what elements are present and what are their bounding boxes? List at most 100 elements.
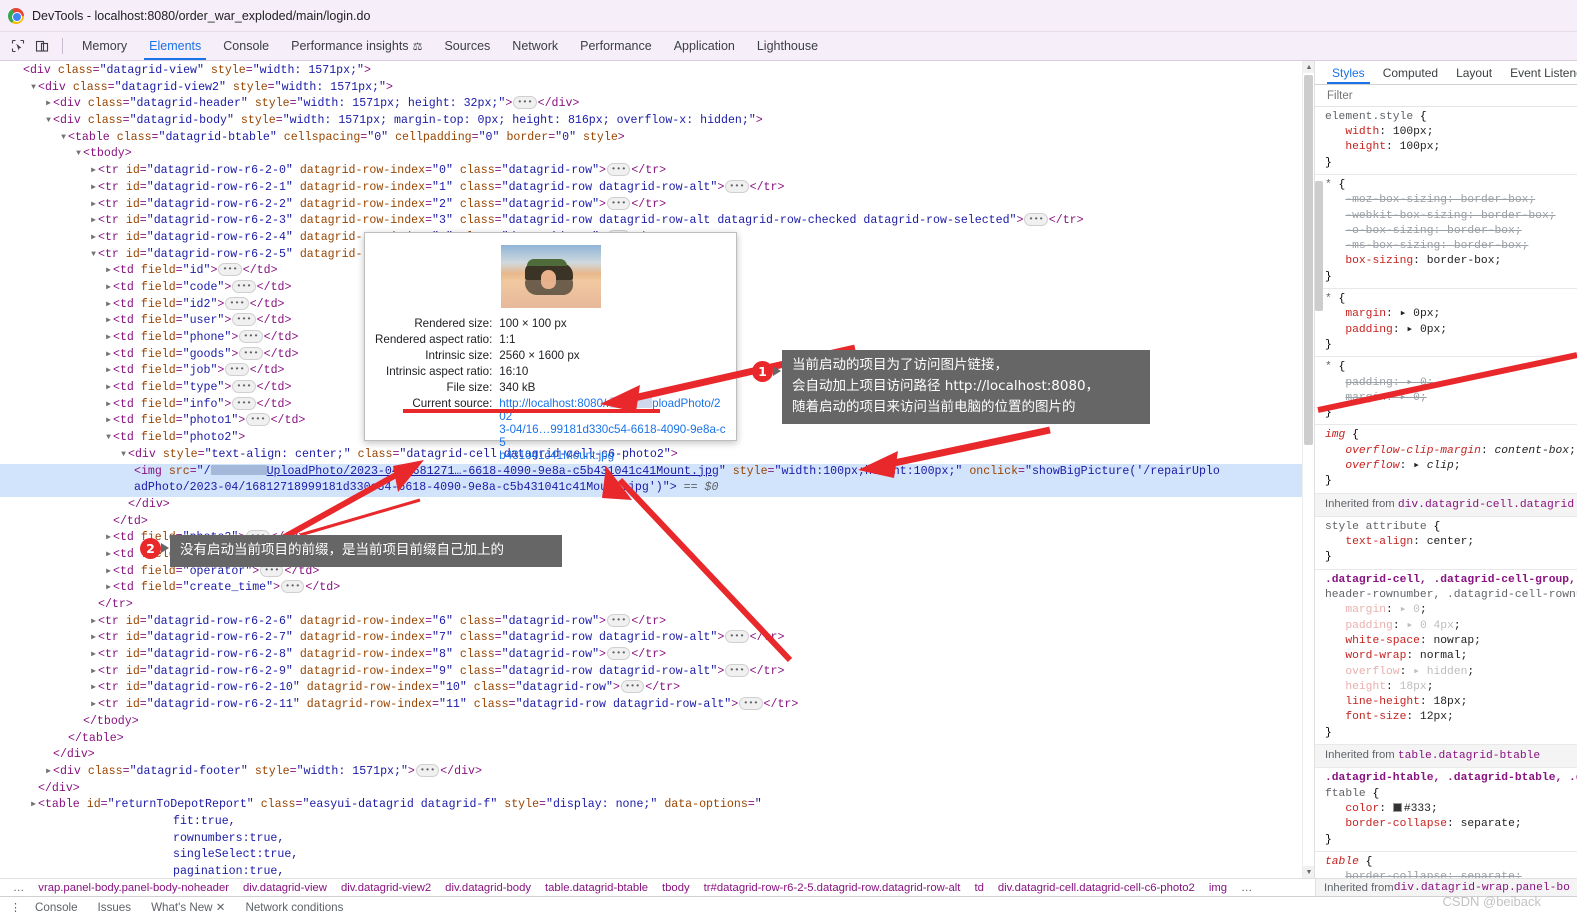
expand-twisty-icon[interactable]: ▶: [104, 397, 113, 414]
expand-twisty-icon[interactable]: ▶: [104, 530, 113, 547]
dom-tree-line[interactable]: </tr>: [0, 597, 1314, 614]
css-selector[interactable]: *: [1325, 179, 1332, 191]
css-rule[interactable]: * { margin: ▸ 0px; padding: ▸ 0px; }: [1315, 289, 1577, 358]
dom-tree-line[interactable]: </div>: [0, 497, 1314, 514]
expand-twisty-icon[interactable]: [119, 497, 128, 514]
css-property[interactable]: width: [1345, 126, 1379, 138]
expand-twisty-icon[interactable]: ▶: [44, 96, 53, 113]
css-value[interactable]: 12px: [1420, 711, 1447, 723]
css-selector[interactable]: img: [1325, 429, 1345, 441]
expand-twisty-icon[interactable]: ▶: [104, 347, 113, 364]
drawer-tab-issues[interactable]: Issues: [88, 901, 142, 914]
expand-twisty-icon[interactable]: ▶: [104, 330, 113, 347]
tab-console[interactable]: Console: [212, 32, 280, 60]
css-selector-cont[interactable]: ftable: [1325, 788, 1366, 800]
expand-twisty-icon[interactable]: ▶: [44, 764, 53, 781]
css-selector[interactable]: style attribute: [1325, 521, 1427, 533]
expand-twisty-icon[interactable]: [104, 514, 113, 531]
breadcrumb-item[interactable]: tbody: [655, 882, 697, 894]
css-value[interactable]: ▸ clip: [1413, 460, 1454, 472]
breadcrumb-item[interactable]: img: [1202, 882, 1234, 894]
css-value[interactable]: border-box: [1454, 240, 1522, 252]
css-property[interactable]: overflow: [1345, 460, 1399, 472]
breadcrumb-item[interactable]: vrap.panel-body.panel-body-noheader: [31, 882, 236, 894]
dom-tree-code[interactable]: <div class="datagrid-view" style="width:…: [0, 61, 1314, 878]
expand-twisty-icon[interactable]: [44, 747, 53, 764]
css-selector[interactable]: *: [1325, 361, 1332, 373]
expand-twisty-icon[interactable]: ▼: [44, 113, 53, 130]
dom-tree-line[interactable]: ▶ <tr id="datagrid-row-r6-2-2" datagrid-r…: [0, 196, 1314, 214]
dom-tree-line[interactable]: ▼ <div class="datagrid-view2" style="widt…: [0, 80, 1314, 97]
expand-twisty-icon[interactable]: [74, 714, 83, 731]
dom-tree-line[interactable]: ▼ <table class="datagrid-btable" cellspac…: [0, 130, 1314, 147]
css-value[interactable]: nowrap: [1433, 635, 1474, 647]
dom-tree-line[interactable]: ▶ <tr id="datagrid-row-r6-2-7" datagrid-r…: [0, 630, 1314, 647]
tab-event-listeners[interactable]: Event Listeners: [1501, 61, 1577, 84]
dom-tree-line[interactable]: ▶ <tr id="datagrid-row-r6-2-11" datagrid-…: [0, 697, 1314, 714]
breadcrumb-item[interactable]: table.datagrid-btable: [538, 882, 655, 894]
scroll-down-arrow-icon[interactable]: ▼: [1303, 866, 1314, 878]
css-value[interactable]: border-box: [1447, 225, 1515, 237]
css-property[interactable]: overflow-clip-margin: [1345, 445, 1481, 457]
expand-twisty-icon[interactable]: ▶: [29, 797, 38, 814]
expand-twisty-icon[interactable]: ▶: [104, 380, 113, 397]
css-property[interactable]: margin: [1345, 392, 1386, 404]
expand-twisty-icon[interactable]: ▼: [119, 447, 128, 464]
css-property[interactable]: border-collapse: [1345, 871, 1447, 878]
dom-tree-line[interactable]: singleSelect:true,: [0, 847, 1314, 864]
dom-tree-line[interactable]: ▶ <table id="returnToDepotReport" class="…: [0, 797, 1314, 814]
css-value[interactable]: #333: [1404, 803, 1431, 815]
css-property[interactable]: padding: [1345, 620, 1392, 632]
expand-twisty-icon[interactable]: ▶: [89, 664, 98, 681]
expand-twisty-icon[interactable]: ▶: [89, 630, 98, 647]
css-property[interactable]: color: [1345, 803, 1379, 815]
dom-tree-scrollbar[interactable]: ▲ ▼: [1302, 61, 1314, 878]
css-rule[interactable]: element.style { width: 100px; height: 10…: [1315, 107, 1577, 175]
styles-filter-row[interactable]: [1315, 85, 1577, 107]
expand-twisty-icon[interactable]: [14, 63, 23, 80]
expand-twisty-icon[interactable]: [164, 814, 173, 831]
expand-twisty-icon[interactable]: ▶: [89, 614, 98, 631]
expand-twisty-icon[interactable]: ▼: [59, 130, 68, 147]
dom-tree-line[interactable]: ▶ <tr id="datagrid-row-r6-2-3" datagrid-r…: [0, 213, 1314, 230]
breadcrumb-item[interactable]: td: [967, 882, 990, 894]
css-rule[interactable]: img { overflow-clip-margin: content-box;…: [1315, 425, 1577, 494]
css-value[interactable]: border-box: [1461, 194, 1529, 206]
dom-tree-line[interactable]: ▼ <div class="datagrid-body" style="width…: [0, 113, 1314, 130]
css-value[interactable]: ▸ hidden: [1413, 666, 1467, 678]
dom-tree-line[interactable]: ▶ <tr id="datagrid-row-r6-2-8" datagrid-r…: [0, 647, 1314, 664]
breadcrumb-item[interactable]: div.datagrid-view2: [334, 882, 438, 894]
dom-tree-line[interactable]: rownumbers:true,: [0, 831, 1314, 848]
css-property[interactable]: word-wrap: [1345, 650, 1406, 662]
css-value[interactable]: border-box: [1427, 255, 1495, 267]
expand-twisty-icon[interactable]: ▶: [89, 163, 98, 180]
expand-twisty-icon[interactable]: [164, 864, 173, 878]
css-value[interactable]: ▸ 0: [1406, 377, 1426, 389]
styles-filter-input[interactable]: [1325, 88, 1552, 103]
css-property[interactable]: text-align: [1345, 536, 1413, 548]
css-selector[interactable]: table: [1325, 856, 1359, 868]
dom-tree-line[interactable]: ▶ <tr id="datagrid-row-r6-2-1" datagrid-r…: [0, 179, 1314, 197]
css-selector-cont[interactable]: header-rownumber, .datagrid-cell-rownum: [1325, 589, 1577, 601]
tab-lighthouse[interactable]: Lighthouse: [746, 32, 829, 60]
expand-twisty-icon[interactable]: ▶: [89, 680, 98, 697]
expand-twisty-icon[interactable]: ▶: [89, 647, 98, 664]
expand-twisty-icon[interactable]: ▶: [104, 297, 113, 314]
css-rule[interactable]: .datagrid-htable, .datagrid-btable, .da …: [1315, 768, 1577, 852]
expand-twisty-icon[interactable]: ▶: [104, 547, 113, 564]
css-value[interactable]: 18px: [1433, 696, 1460, 708]
css-value[interactable]: 100px: [1393, 126, 1427, 138]
css-property[interactable]: padding: [1345, 324, 1392, 336]
expand-twisty-icon[interactable]: ▼: [104, 430, 113, 447]
drawer-tab-whats-new[interactable]: What's New ✕: [141, 900, 235, 914]
dom-tree-line[interactable]: ▶ <tr id="datagrid-row-r6-2-0" datagrid-r…: [0, 163, 1314, 180]
inspect-element-icon[interactable]: [6, 35, 30, 57]
drawer-tab-console[interactable]: Console: [25, 901, 88, 914]
css-value[interactable]: center: [1427, 536, 1468, 548]
css-property[interactable]: margin: [1345, 308, 1386, 320]
dom-tree-line[interactable]: <div class="datagrid-view" style="width:…: [0, 63, 1314, 80]
css-value[interactable]: ▸ 0 4px: [1406, 620, 1453, 632]
css-property[interactable]: line-height: [1345, 696, 1420, 708]
tab-performance[interactable]: Performance: [569, 32, 663, 60]
css-rule[interactable]: table { border-collapse: separate; text-…: [1315, 852, 1577, 878]
